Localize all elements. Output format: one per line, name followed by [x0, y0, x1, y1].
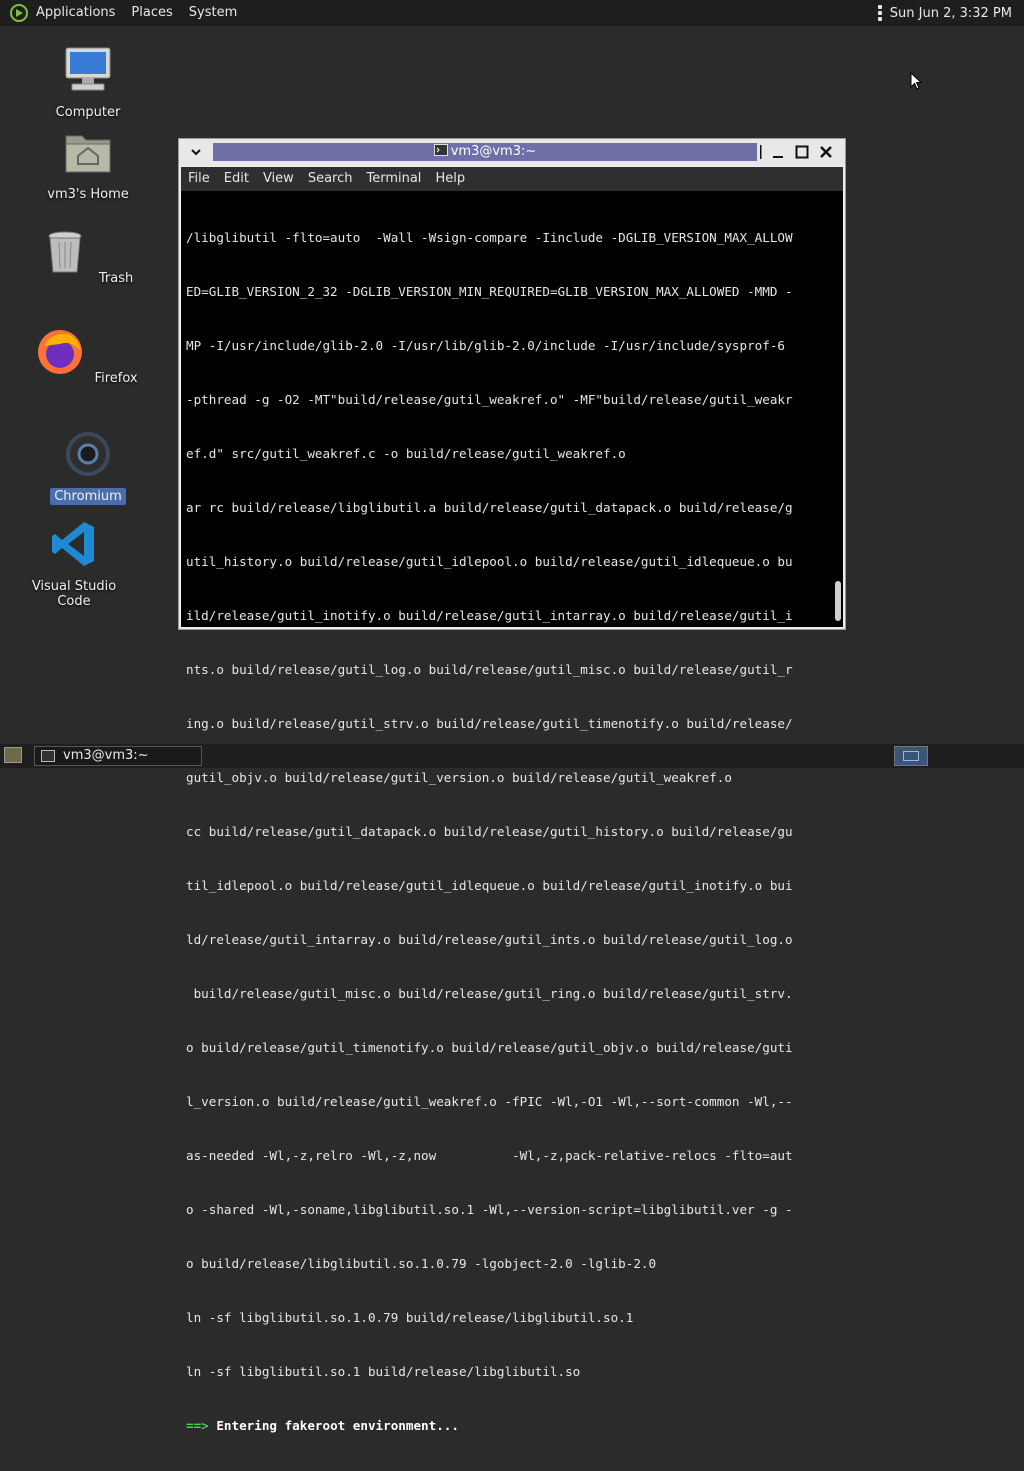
terminal-line: gutil_objv.o build/release/gutil_version…: [186, 770, 732, 785]
chevron-down-icon: [191, 149, 201, 156]
terminal-line: util_history.o build/release/gutil_idlep…: [186, 554, 793, 569]
status-message: Entering fakeroot environment...: [208, 1418, 459, 1433]
terminal-icon: [433, 144, 448, 156]
desktop-icon-trash[interactable]: Trash: [28, 226, 148, 287]
distro-logo-icon[interactable]: [10, 4, 28, 22]
desktop-icon-label: Computer: [55, 105, 121, 120]
desktop-icon-label: Chromium: [50, 488, 126, 505]
window-menu-button[interactable]: [187, 143, 205, 161]
menu-terminal[interactable]: Terminal: [359, 167, 428, 191]
menu-file[interactable]: File: [181, 167, 217, 191]
panel-menu-icon[interactable]: [877, 5, 882, 21]
desktop-icon-vscode[interactable]: Visual Studio Code: [14, 518, 134, 610]
terminal-line: ld/release/gutil_intarray.o build/releas…: [186, 932, 793, 947]
vscode-icon: [52, 522, 94, 566]
prompt-arrow: ==>: [186, 1418, 209, 1433]
show-desktop-icon[interactable]: [4, 747, 22, 763]
terminal-line: build/release/gutil_misc.o build/release…: [186, 986, 793, 1001]
firefox-icon: [38, 330, 83, 374]
scrollbar-track[interactable]: [831, 191, 841, 627]
title-bar[interactable]: vm3@vm3:~: [179, 139, 845, 165]
desktop-icon-label: Trash: [98, 271, 134, 286]
terminal-line: ar rc build/release/libglibutil.a build/…: [186, 500, 793, 515]
clock-area: Sun Jun 2, 3:32 PM: [877, 0, 1012, 26]
terminal-line: l_version.o build/release/gutil_weakref.…: [186, 1094, 793, 1109]
terminal-output-area[interactable]: /libglibutil -flto=auto -Wall -Wsign-com…: [181, 191, 843, 1433]
clock[interactable]: Sun Jun 2, 3:32 PM: [890, 6, 1012, 21]
desktop-icon-label: Firefox: [94, 371, 138, 386]
window-title-strip[interactable]: vm3@vm3:~: [213, 143, 757, 161]
close-icon: [820, 146, 832, 158]
terminal-line: ED=GLIB_VERSION_2_32 -DGLIB_VERSION_MIN_…: [186, 284, 793, 299]
places-menu[interactable]: Places: [123, 0, 180, 26]
computer-icon: [65, 47, 111, 91]
maximize-icon: [795, 145, 809, 159]
terminal-icon: [41, 750, 55, 762]
terminal-line: ln -sf libglibutil.so.1.0.79 build/relea…: [186, 1310, 634, 1325]
workspace-window-icon: [903, 751, 919, 761]
trash-icon: [48, 231, 82, 273]
top-panel: Applications Places System Sun Jun 2, 3:…: [0, 0, 1024, 26]
menu-search[interactable]: Search: [301, 167, 360, 191]
terminal-status-line: ==> Entering fakeroot environment...: [186, 1417, 826, 1435]
terminal-line: ef.d" src/gutil_weakref.c -o build/relea…: [186, 446, 626, 461]
terminal-line: o build/release/gutil_timenotify.o build…: [186, 1040, 793, 1055]
terminal-line: ing.o build/release/gutil_strv.o build/r…: [186, 716, 793, 731]
mouse-cursor-icon: [910, 72, 922, 90]
minimize-button[interactable]: [769, 143, 787, 161]
terminal-line: MP -I/usr/include/glib-2.0 -I/usr/lib/gl…: [186, 338, 785, 353]
desktop-icon-chromium[interactable]: Chromium: [28, 428, 148, 505]
close-button[interactable]: [817, 143, 835, 161]
terminal-window[interactable]: vm3@vm3:~ File Edit View Search Terminal…: [178, 138, 846, 1433]
terminal-line: /libglibutil -flto=auto -Wall -Wsign-com…: [186, 230, 793, 245]
terminal-line: nts.o build/release/gutil_log.o build/re…: [186, 662, 793, 677]
minimize-icon: [773, 156, 783, 158]
terminal-line: til_idlepool.o build/release/gutil_idleq…: [186, 878, 793, 893]
desktop-icon-firefox[interactable]: Firefox: [28, 326, 148, 387]
desktop-icon-label: vm3's Home: [47, 187, 129, 202]
bottom-panel: vm3@vm3:~: [0, 744, 1024, 768]
menu-edit[interactable]: Edit: [217, 167, 256, 191]
chromium-icon: [66, 432, 110, 476]
terminal-line: -pthread -g -O2 -MT"build/release/gutil_…: [186, 392, 793, 407]
menu-view[interactable]: View: [256, 167, 301, 191]
terminal-line: cc build/release/gutil_datapack.o build/…: [186, 824, 793, 839]
window-title: vm3@vm3:~: [450, 144, 537, 159]
maximize-button[interactable]: [793, 143, 811, 161]
applications-menu[interactable]: Applications: [28, 0, 123, 26]
top-menu: Applications Places System: [28, 0, 245, 26]
terminal-line: o -shared -Wl,-soname,libglibutil.so.1 -…: [186, 1202, 793, 1217]
terminal-line: as-needed -Wl,-z,relro -Wl,-z,now -Wl,-z…: [186, 1148, 793, 1163]
terminal-line: ild/release/gutil_inotify.o build/releas…: [186, 608, 793, 623]
system-menu[interactable]: System: [181, 0, 245, 26]
terminal-line: o build/release/libglibutil.so.1.0.79 -l…: [186, 1256, 657, 1271]
terminal-menubar: File Edit View Search Terminal Help: [181, 167, 843, 191]
workspace-switcher[interactable]: [894, 746, 928, 766]
title-separator: [757, 143, 765, 161]
desktop-icon-computer[interactable]: Computer: [28, 44, 148, 121]
desktop-icon-label: Visual Studio Code: [31, 579, 117, 609]
home-folder-icon: [65, 135, 111, 173]
taskbar-item-label: vm3@vm3:~: [63, 748, 149, 763]
taskbar-item-terminal[interactable]: vm3@vm3:~: [34, 746, 202, 766]
terminal-output: /libglibutil -flto=auto -Wall -Wsign-com…: [186, 193, 826, 1471]
scrollbar-thumb[interactable]: [835, 581, 841, 621]
terminal-line: ln -sf libglibutil.so.1 build/release/li…: [186, 1364, 581, 1379]
menu-help[interactable]: Help: [428, 167, 472, 191]
desktop-icon-home[interactable]: vm3's Home: [28, 126, 148, 203]
